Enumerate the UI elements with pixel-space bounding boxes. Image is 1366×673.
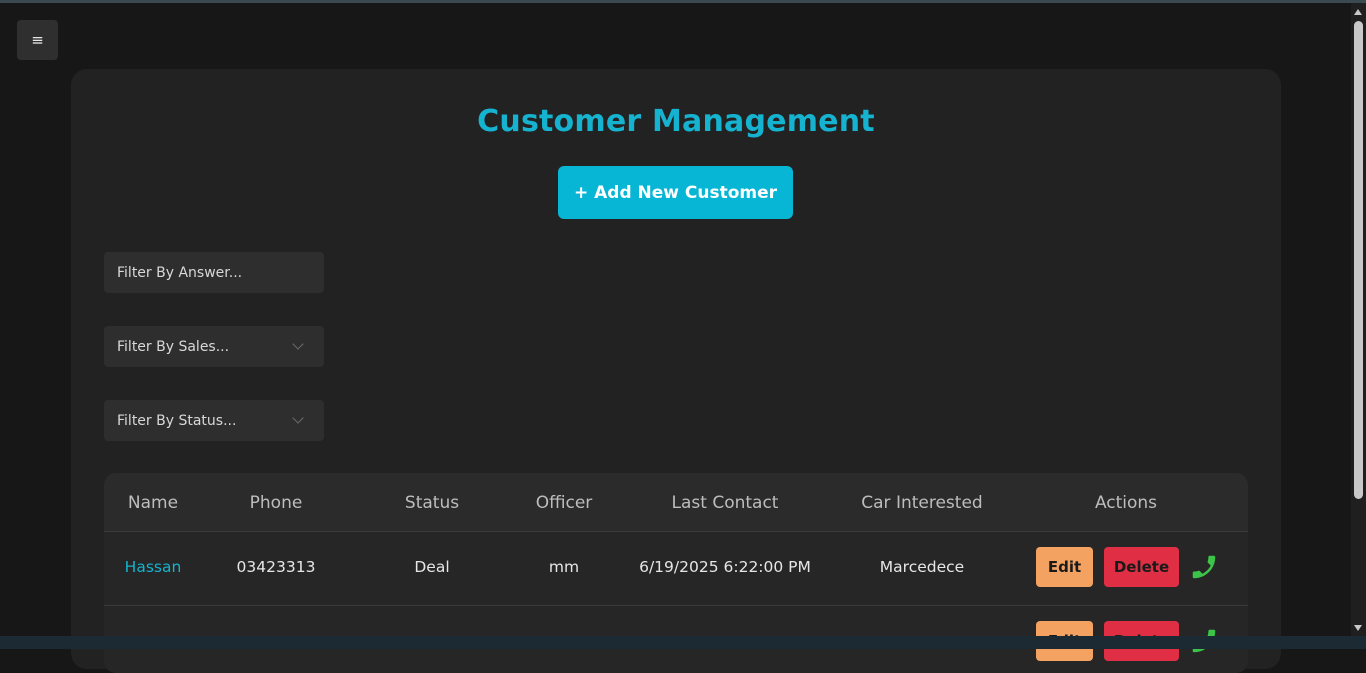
page-title: Customer Management — [477, 104, 875, 139]
customer-officer: mm — [548, 558, 580, 576]
scroll-down-arrow-icon[interactable] — [1354, 625, 1362, 631]
delete-button[interactable]: Delete — [1104, 547, 1179, 587]
filter-answer-placeholder: Filter By Answer... — [117, 264, 243, 281]
add-new-customer-button[interactable]: + Add New Customer — [558, 166, 793, 219]
table-header: Name Phone Status Officer Last Contact C… — [104, 473, 1248, 532]
table-row: Hassan 03423313 Deal mm 6/19/2025 6:22:0… — [104, 532, 1248, 606]
customer-status: Deal — [414, 558, 450, 576]
header-car-interested[interactable]: Car Interested — [842, 493, 1002, 513]
customer-name-link[interactable]: Hassan — [104, 558, 202, 576]
header-status[interactable]: Status — [372, 493, 492, 513]
scroll-thumb[interactable] — [1354, 21, 1363, 499]
header-last-contact[interactable]: Last Contact — [625, 493, 825, 513]
customer-car-interested: Marcedece — [879, 558, 965, 576]
hamburger-icon: ≡ — [31, 31, 44, 49]
chevron-down-icon — [292, 412, 304, 424]
filter-by-answer-input[interactable]: Filter By Answer... — [104, 252, 324, 293]
filter-by-status-select[interactable]: Filter By Status... — [104, 400, 324, 441]
phone-icon[interactable] — [1189, 552, 1219, 582]
header-name[interactable]: Name — [104, 493, 202, 513]
hamburger-menu-button[interactable]: ≡ — [17, 20, 58, 60]
header-actions: Actions — [1094, 493, 1158, 513]
chevron-down-icon — [292, 338, 304, 350]
filter-status-placeholder: Filter By Status... — [117, 412, 237, 429]
vertical-scrollbar[interactable] — [1351, 3, 1366, 636]
header-phone[interactable]: Phone — [216, 493, 336, 513]
filter-sales-placeholder: Filter By Sales... — [117, 338, 230, 355]
window-top-border — [0, 0, 1366, 3]
filter-by-sales-select[interactable]: Filter By Sales... — [104, 326, 324, 367]
customer-phone: 03423313 — [236, 558, 316, 576]
header-officer[interactable]: Officer — [504, 493, 624, 513]
os-taskbar — [0, 636, 1366, 649]
scroll-up-arrow-icon[interactable] — [1354, 9, 1362, 15]
edit-button[interactable]: Edit — [1036, 547, 1093, 587]
customer-last-contact: 6/19/2025 6:22:00 PM — [639, 558, 811, 576]
